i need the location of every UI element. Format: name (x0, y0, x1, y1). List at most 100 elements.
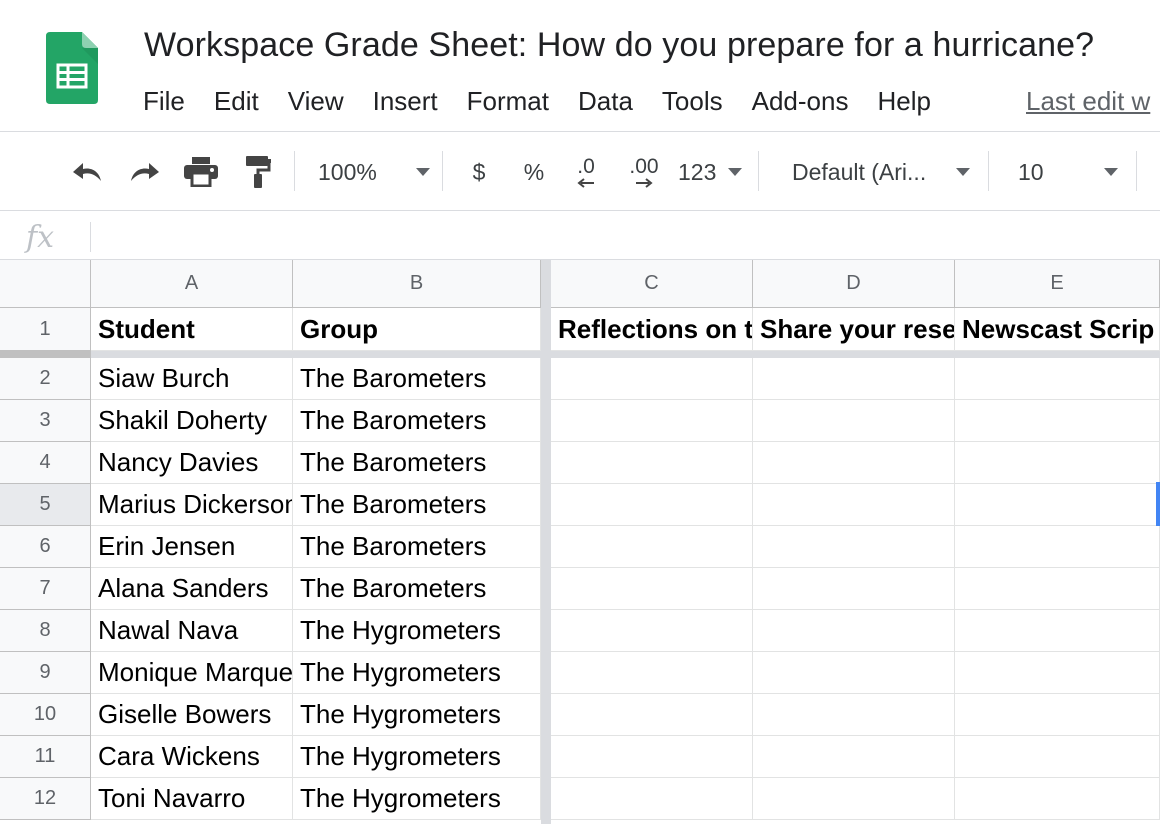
cell-d2[interactable] (753, 358, 955, 400)
print-button[interactable] (181, 153, 221, 191)
cell-a6[interactable]: Erin Jensen (91, 526, 293, 568)
cell-b1[interactable]: Group (293, 308, 541, 351)
cell-d7[interactable] (753, 568, 955, 610)
row-header-12[interactable]: 12 (0, 778, 91, 820)
cell-b9[interactable]: The Hygrometers (293, 652, 541, 694)
menu-insert[interactable]: Insert (373, 84, 438, 118)
menu-file[interactable]: File (143, 84, 185, 118)
row-header-7[interactable]: 7 (0, 568, 91, 610)
row-header-5[interactable]: 5 (0, 484, 91, 526)
cell-c4[interactable] (551, 442, 753, 484)
cell-a2[interactable]: Siaw Burch (91, 358, 293, 400)
font-size-select[interactable]: 10 (1018, 153, 1118, 191)
cell-a8[interactable]: Nawal Nava (91, 610, 293, 652)
cell-d8[interactable] (753, 610, 955, 652)
row-header-3[interactable]: 3 (0, 400, 91, 442)
column-header-c[interactable]: C (551, 260, 753, 308)
number-format-select[interactable]: 123 (678, 153, 742, 191)
cell-a5[interactable]: Marius Dickerson (91, 484, 293, 526)
cell-b12[interactable]: The Hygrometers (293, 778, 541, 820)
cell-c8[interactable] (551, 610, 753, 652)
menu-data[interactable]: Data (578, 84, 633, 118)
menu-view[interactable]: View (288, 84, 344, 118)
cell-b2[interactable]: The Barometers (293, 358, 541, 400)
decrease-decimal-button[interactable]: .0 (566, 153, 606, 191)
cell-e11[interactable] (955, 736, 1160, 778)
cell-d6[interactable] (753, 526, 955, 568)
cell-b6[interactable]: The Barometers (293, 526, 541, 568)
percent-format-button[interactable]: % (518, 153, 550, 191)
cell-c11[interactable] (551, 736, 753, 778)
cell-b7[interactable]: The Barometers (293, 568, 541, 610)
currency-format-button[interactable]: $ (464, 153, 494, 191)
column-header-e[interactable]: E (955, 260, 1160, 308)
zoom-select[interactable]: 100% (318, 153, 430, 191)
row-header-6[interactable]: 6 (0, 526, 91, 568)
undo-button[interactable] (68, 153, 108, 191)
cell-a7[interactable]: Alana Sanders (91, 568, 293, 610)
row-header-8[interactable]: 8 (0, 610, 91, 652)
cell-b10[interactable]: The Hygrometers (293, 694, 541, 736)
cell-d10[interactable] (753, 694, 955, 736)
frozen-row-divider[interactable] (91, 351, 1160, 358)
column-header-d[interactable]: D (753, 260, 955, 308)
cell-d11[interactable] (753, 736, 955, 778)
cell-a11[interactable]: Cara Wickens (91, 736, 293, 778)
cell-d3[interactable] (753, 400, 955, 442)
increase-decimal-button[interactable]: .00 (620, 153, 668, 191)
cell-b8[interactable]: The Hygrometers (293, 610, 541, 652)
cell-e8[interactable] (955, 610, 1160, 652)
cell-c3[interactable] (551, 400, 753, 442)
cell-e12[interactable] (955, 778, 1160, 820)
column-header-a[interactable]: A (91, 260, 293, 308)
cell-a3[interactable]: Shakil Doherty (91, 400, 293, 442)
cell-a10[interactable]: Giselle Bowers (91, 694, 293, 736)
column-header-b[interactable]: B (293, 260, 541, 308)
cell-e1[interactable]: Newscast Scrip (955, 308, 1160, 351)
cell-d9[interactable] (753, 652, 955, 694)
row-header-1[interactable]: 1 (0, 308, 91, 351)
menu-format[interactable]: Format (467, 84, 549, 118)
cell-e6[interactable] (955, 526, 1160, 568)
cell-c7[interactable] (551, 568, 753, 610)
cell-b11[interactable]: The Hygrometers (293, 736, 541, 778)
cell-a12[interactable]: Toni Navarro (91, 778, 293, 820)
row-header-11[interactable]: 11 (0, 736, 91, 778)
cell-d4[interactable] (753, 442, 955, 484)
font-family-select[interactable]: Default (Ari... (792, 153, 970, 191)
cell-b5[interactable]: The Barometers (293, 484, 541, 526)
redo-button[interactable] (124, 153, 164, 191)
frozen-column-divider[interactable] (541, 260, 551, 824)
cell-b3[interactable]: The Barometers (293, 400, 541, 442)
cell-a1[interactable]: Student (91, 308, 293, 351)
cell-d1[interactable]: Share your rese (753, 308, 955, 351)
frozen-row-handle[interactable] (0, 351, 91, 358)
row-header-9[interactable]: 9 (0, 652, 91, 694)
menu-add-ons[interactable]: Add-ons (752, 84, 849, 118)
formula-input[interactable] (100, 218, 1150, 254)
cell-b4[interactable]: The Barometers (293, 442, 541, 484)
menu-edit[interactable]: Edit (214, 84, 259, 118)
cell-c1[interactable]: Reflections on t (551, 308, 753, 351)
cell-a4[interactable]: Nancy Davies (91, 442, 293, 484)
cell-c5[interactable] (551, 484, 753, 526)
cell-e10[interactable] (955, 694, 1160, 736)
cell-c6[interactable] (551, 526, 753, 568)
cell-c12[interactable] (551, 778, 753, 820)
select-all-corner[interactable] (0, 260, 91, 308)
document-title[interactable]: Workspace Grade Sheet: How do you prepar… (144, 26, 1094, 65)
cell-d12[interactable] (753, 778, 955, 820)
cell-c10[interactable] (551, 694, 753, 736)
cell-e3[interactable] (955, 400, 1160, 442)
cell-e2[interactable] (955, 358, 1160, 400)
cell-e7[interactable] (955, 568, 1160, 610)
menu-help[interactable]: Help (877, 84, 930, 118)
last-edit-link[interactable]: Last edit w (1026, 84, 1150, 118)
cell-e4[interactable] (955, 442, 1160, 484)
row-header-2[interactable]: 2 (0, 358, 91, 400)
row-header-10[interactable]: 10 (0, 694, 91, 736)
cell-e5[interactable] (955, 484, 1160, 526)
menu-tools[interactable]: Tools (662, 84, 723, 118)
row-header-4[interactable]: 4 (0, 442, 91, 484)
cell-e9[interactable] (955, 652, 1160, 694)
